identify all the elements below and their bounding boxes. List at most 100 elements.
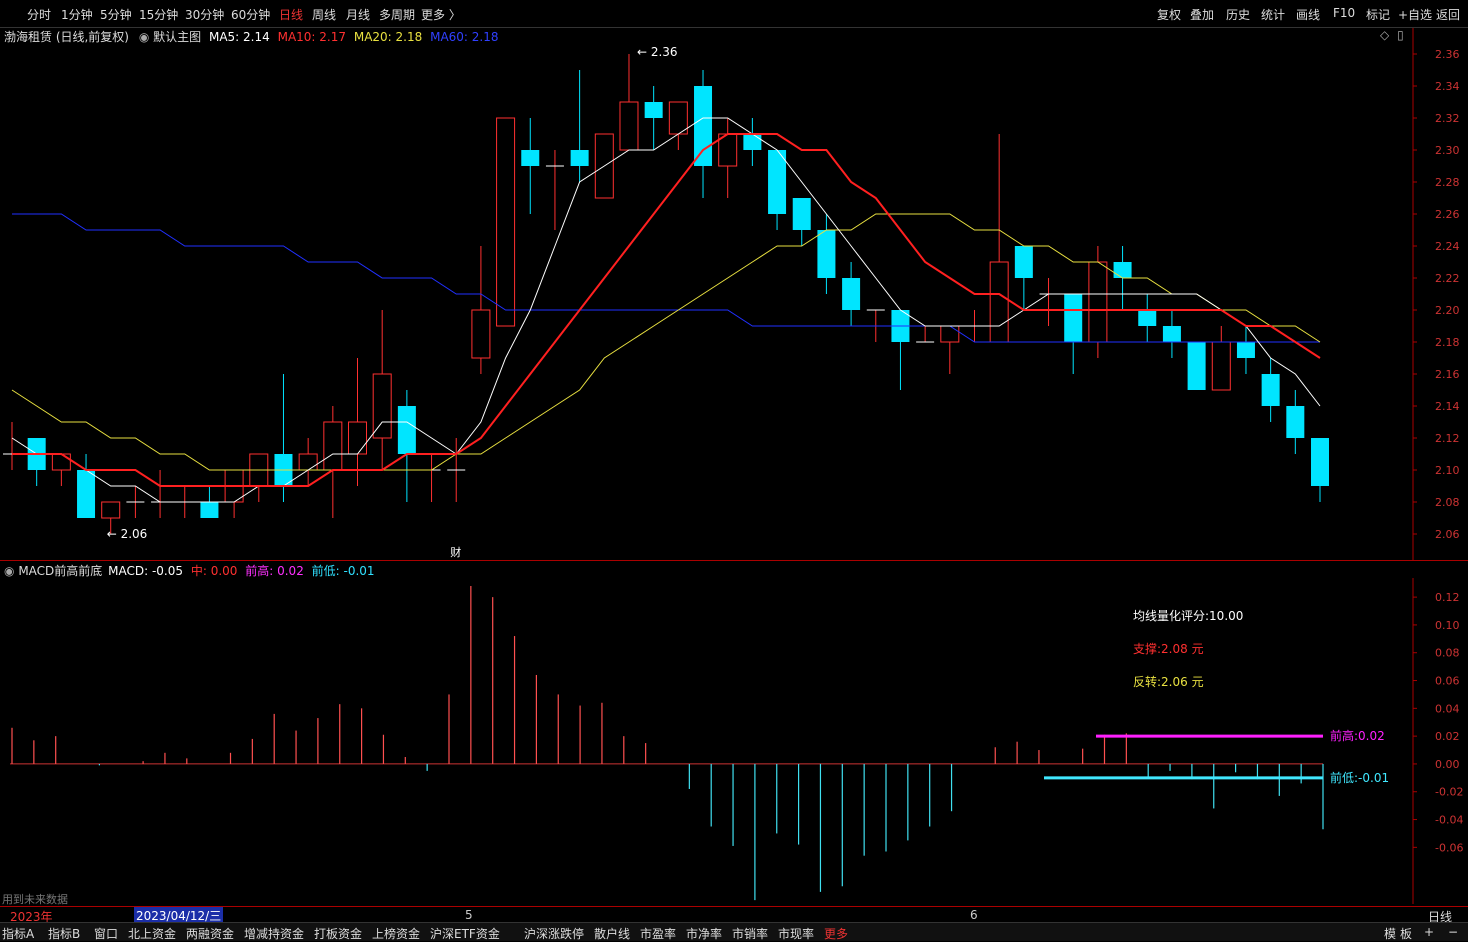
candle-body [348,421,368,455]
low-annotation: ← 2.06 [107,527,148,541]
price-tick-label: 2.36 [1435,48,1460,61]
support-note: 支撑:2.08 元 [1133,642,1204,656]
macd-prev-high: 前高: 0.02 [245,564,304,578]
period-tab-4[interactable]: 30分钟 [185,6,224,23]
pane-divider [0,560,1468,561]
candle [274,374,293,502]
candle-body [792,198,811,230]
period-tab-7[interactable]: 周线 [312,6,336,23]
macd-prev-low: 前低: -0.01 [311,564,375,578]
indicator-tab-12[interactable]: 市净率 [686,925,722,942]
candlestick-chart[interactable]: 2.36 2.34 2.32 2.30 2.28 2.26 2.24 2.22 2.20 2.18… [0,28,1468,560]
candle [1138,294,1157,342]
candle [1261,358,1280,422]
indicator-tab-7[interactable]: 上榜资金 [372,925,420,942]
indicator-tab-14[interactable]: 市现率 [778,925,814,942]
period-toolbar: 分时 1分钟 5分钟 15分钟 30分钟 60分钟 日线 周线 月线 多周期 更多 〉 复权 叠加 历史统… [0,0,1468,28]
period-tab-2[interactable]: 5分钟 [100,6,132,23]
indicator-tab-9[interactable]: 沪深涨跌停 [524,925,584,942]
indicator-tab-13[interactable]: 市销率 [732,925,768,942]
tool-button-5[interactable]: F10 [1333,6,1355,20]
candle [126,486,145,518]
candle-body [768,150,787,214]
macd-tick-label: 0.12 [1435,591,1460,604]
candle-body [101,501,121,519]
tool-button-7[interactable]: +自选 [1398,6,1432,23]
macd-info-line: ◉ MACD前高前底 MACD: -0.05 中: 0.00 前高: 0.02 … [4,562,375,579]
tool-button-0[interactable]: 复权 [1157,6,1181,23]
period-tab-6[interactable]: 日线 [279,6,303,23]
indicator-tab-0[interactable]: 指标A [2,925,34,942]
period-tab-8[interactable]: 月线 [346,6,370,23]
candle-body [743,134,762,150]
high-annotation: ← 2.36 [637,45,678,59]
indicator-tab-4[interactable]: 两融资金 [186,925,234,942]
indicator-tab-15[interactable]: 更多 [824,925,848,942]
candle [496,117,516,327]
candle [1311,438,1329,502]
candle-body [51,453,71,471]
candle [817,214,836,294]
month-5-label: 5 [465,908,473,922]
candle-body [1236,342,1255,358]
candle-body [1138,310,1157,326]
period-tab-0[interactable]: 分时 [27,6,51,23]
macd-name[interactable]: MACD前高前底 [18,564,102,578]
candle [447,438,466,502]
tool-button-8[interactable]: 返回 [1436,6,1460,23]
bottom-control-0[interactable]: 模 [1384,925,1396,942]
candle [372,310,392,470]
indicator-tab-1[interactable]: 指标B [48,925,80,942]
candle [3,422,21,470]
candle-body [323,421,343,471]
indicator-tab-10[interactable]: 散户线 [594,925,630,942]
candle [1286,390,1305,454]
price-tick-label: 2.08 [1435,496,1460,509]
period-tab-5[interactable]: 60分钟 [231,6,270,23]
macd-icon[interactable]: ◉ [4,564,14,578]
price-tick-label: 2.18 [1435,336,1460,349]
tool-button-6[interactable]: 标记 [1366,6,1390,23]
indicator-tab-2[interactable]: 窗口 [94,925,118,942]
bottom-control-1[interactable]: 板 [1400,925,1412,942]
price-tick-label: 2.24 [1435,240,1460,253]
period-tab-9[interactable]: 多周期 [379,6,415,23]
indicator-tab-3[interactable]: 北上资金 [128,925,176,942]
candle-body [1261,374,1280,406]
candle-body [471,309,491,359]
candle [1211,326,1231,391]
macd-tick-label: 0.06 [1435,675,1460,688]
candle [348,358,368,486]
candle [989,134,1009,343]
finance-marker: 财 [450,545,461,559]
macd-chart[interactable]: 0.12 0.10 0.08 0.06 0.04 0.02 0.00 -0.02 -0.04 -0… [0,578,1468,904]
price-tick-label: 2.06 [1435,528,1460,541]
tool-button-2[interactable]: 历史 [1226,6,1250,23]
period-tab-3[interactable]: 15分钟 [139,6,178,23]
price-tick-label: 2.22 [1435,272,1460,285]
candle [916,326,935,343]
indicator-tab-6[interactable]: 打板资金 [314,925,362,942]
period-tab-10[interactable]: 更多 〉 [421,6,461,23]
bottom-control-3[interactable]: − [1448,925,1458,939]
price-tick-label: 2.12 [1435,432,1460,445]
bottom-control-2[interactable]: + [1424,925,1434,939]
macd-tick-label: 0.02 [1435,730,1460,743]
tool-button-3[interactable]: 统计 [1261,6,1285,23]
tool-button-1[interactable]: 叠加 [1190,6,1214,23]
candle [891,310,910,390]
candle [397,390,416,502]
price-tick-label: 2.30 [1435,144,1460,157]
period-tab-1[interactable]: 1分钟 [61,6,93,23]
indicator-tab-8[interactable]: 沪深ETF资金 [430,925,500,942]
price-tick-label: 2.20 [1435,304,1460,317]
candle-body [842,278,861,310]
price-tick-label: 2.10 [1435,464,1460,477]
month-6-label: 6 [970,908,978,922]
indicator-tab-5[interactable]: 增减持资金 [244,925,304,942]
indicator-tab-11[interactable]: 市盈率 [640,925,676,942]
candle-body [989,261,1009,343]
candle [1162,310,1181,358]
tool-button-4[interactable]: 画线 [1296,6,1320,23]
price-tick-label: 2.34 [1435,80,1460,93]
